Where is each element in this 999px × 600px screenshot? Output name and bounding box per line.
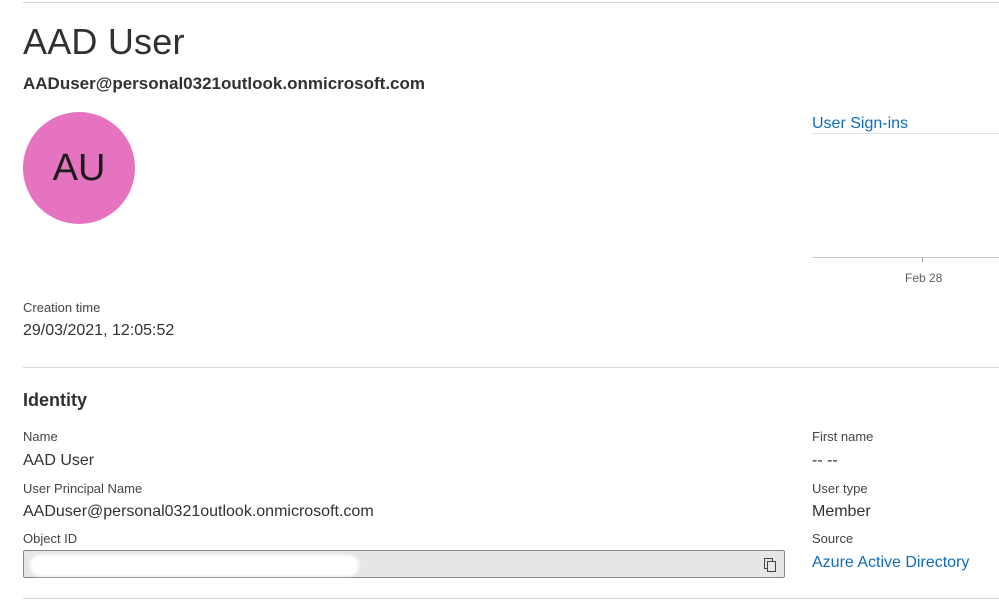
page-title: AAD User xyxy=(23,21,185,62)
user-principal-name-label: User Principal Name xyxy=(23,481,143,496)
object-id-label: Object ID xyxy=(23,531,78,546)
copy-icon[interactable] xyxy=(762,557,778,573)
user-principal-name-heading: AADuser@personal0321outlook.onmicrosoft.… xyxy=(23,74,425,93)
object-id-field[interactable] xyxy=(23,550,785,578)
user-principal-name-value: AADuser@personal0321outlook.onmicrosoft.… xyxy=(23,503,374,520)
source-label: Source xyxy=(812,531,854,546)
source-link[interactable]: Azure Active Directory xyxy=(812,554,969,572)
sign-ins-chart-tick xyxy=(922,257,923,262)
user-sign-ins-link[interactable]: User Sign-ins xyxy=(812,115,908,133)
name-value: AAD User xyxy=(23,452,95,469)
avatar: AU xyxy=(23,112,135,224)
bottom-divider xyxy=(23,598,999,599)
sign-ins-chart-tick-label: Feb 28 xyxy=(905,271,943,285)
identity-section-heading: Identity xyxy=(23,390,88,410)
user-type-label: User type xyxy=(812,481,868,496)
first-name-label: First name xyxy=(812,429,874,444)
creation-time-value: 29/03/2021, 12:05:52 xyxy=(23,322,175,339)
object-id-redaction xyxy=(32,557,357,574)
name-label: Name xyxy=(23,429,58,444)
top-divider xyxy=(23,2,999,3)
sign-ins-chart-x-axis xyxy=(812,257,999,258)
first-name-value: -- -- xyxy=(812,452,838,469)
creation-time-label: Creation time xyxy=(23,300,101,315)
sign-ins-chart-top-line xyxy=(812,133,999,134)
user-type-value: Member xyxy=(812,503,871,520)
avatar-initials: AU xyxy=(52,146,106,189)
user-profile-page: AAD User AADuser@personal0321outlook.onm… xyxy=(0,0,999,600)
section-divider xyxy=(23,367,999,368)
